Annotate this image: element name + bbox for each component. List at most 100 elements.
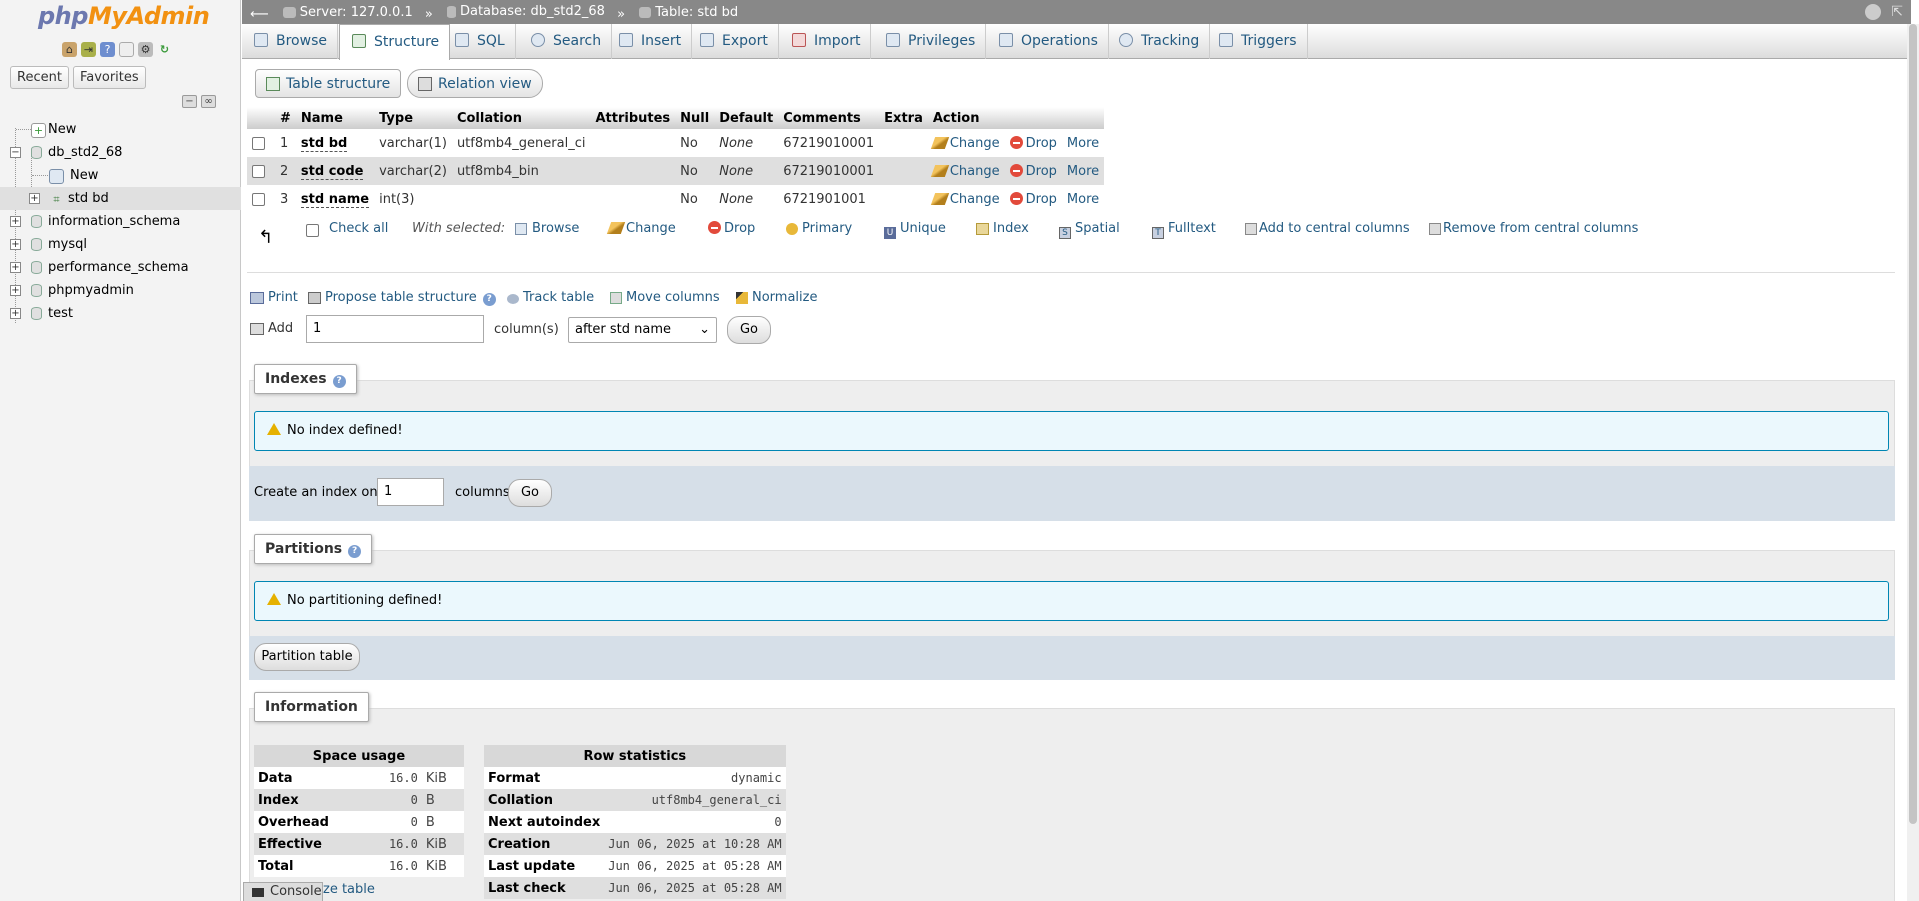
tab-export[interactable]: Export [688, 24, 779, 59]
maximize-icon[interactable]: ⇱ [1891, 0, 1903, 24]
track-table-link[interactable]: Track table [507, 290, 594, 305]
tab-insert[interactable]: Insert [607, 24, 693, 59]
check-all-label[interactable]: Check all [329, 221, 388, 236]
normalize-link[interactable]: Normalize [736, 290, 817, 305]
tab-triggers[interactable]: Triggers [1207, 24, 1308, 59]
expand-icon[interactable]: + [10, 239, 21, 250]
breadcrumb-database[interactable]: Database: db_std2_68 [446, 0, 605, 24]
column-name[interactable]: std bd [300, 135, 348, 152]
remove-central-columns-button[interactable]: Remove from central columns [1429, 221, 1638, 236]
drop-link[interactable]: Drop [1009, 163, 1057, 179]
favorites-tab[interactable]: Favorites [72, 66, 146, 89]
change-cell: Change [927, 157, 1005, 185]
row-checkbox[interactable] [252, 192, 265, 206]
optimize-table-link[interactable]: ze table [323, 882, 375, 897]
scrollbar[interactable] [1907, 24, 1919, 901]
row-checkbox-cell [247, 185, 275, 213]
reload-icon[interactable]: ↻ [157, 42, 172, 57]
tree-item-mysql[interactable]: + mysql [0, 233, 241, 256]
partition-table-button[interactable]: Partition table [254, 643, 360, 671]
add-central-columns-button[interactable]: Add to central columns [1245, 221, 1410, 236]
unique-icon: U [884, 227, 896, 239]
move-columns-link[interactable]: Move columns [610, 290, 720, 305]
change-link[interactable]: Change [930, 192, 1000, 207]
bulk-unique-button[interactable]: U Unique [884, 221, 946, 239]
help-icon[interactable]: ? [482, 293, 496, 306]
row-checkbox[interactable] [252, 136, 265, 150]
tab-sql[interactable]: SQL [443, 24, 516, 59]
null-cell: No [675, 129, 715, 157]
tree-item-db-std2-68[interactable]: − db_std2_68 [0, 141, 241, 164]
bulk-change-button[interactable]: Change [606, 221, 676, 236]
tab-structure[interactable]: Structure [339, 24, 451, 60]
expand-icon[interactable]: + [10, 285, 21, 296]
scrollbar-thumb[interactable] [1909, 24, 1917, 824]
collapse-all-icon[interactable]: − [182, 95, 197, 108]
column-position-select[interactable]: after std name ⌄ [568, 317, 717, 343]
docs-icon[interactable] [119, 42, 134, 57]
home-icon[interactable]: ⌂ [62, 42, 77, 57]
create-index-go-button[interactable]: Go [508, 479, 552, 507]
breadcrumb-table[interactable]: Table: std bd [639, 1, 738, 25]
bulk-spatial-button[interactable]: S Spatial [1059, 221, 1120, 239]
bulk-index-button[interactable]: Index [976, 221, 1029, 236]
tab-operations[interactable]: Operations [987, 24, 1109, 59]
spatial-icon: S [1059, 227, 1071, 239]
help-icon[interactable]: ? [332, 375, 346, 388]
bulk-primary-button[interactable]: Primary [786, 221, 852, 236]
bulk-fulltext-button[interactable]: T Fulltext [1152, 221, 1216, 239]
settings-icon[interactable]: ⚙ [138, 42, 153, 57]
back-arrow-icon[interactable]: ⟵ [250, 7, 269, 22]
relation-view-button[interactable]: Relation view [407, 69, 543, 98]
expand-icon[interactable]: + [10, 262, 21, 273]
tree-item-performance-schema[interactable]: + performance_schema [0, 256, 241, 279]
more-link[interactable]: More [1067, 192, 1099, 207]
drop-link[interactable]: Drop [1009, 135, 1057, 151]
expand-icon[interactable]: + [10, 308, 21, 319]
help-icon[interactable]: ? [100, 42, 115, 57]
check-all-checkbox[interactable] [306, 223, 319, 238]
logout-icon[interactable]: ⇥ [81, 42, 96, 57]
tab-privileges[interactable]: Privileges [874, 24, 987, 59]
link-with-main-icon[interactable]: ∞ [201, 95, 216, 108]
expand-icon[interactable]: + [10, 216, 21, 227]
table-structure-button[interactable]: Table structure [255, 69, 402, 98]
bulk-drop-button[interactable]: Drop [708, 221, 755, 236]
more-link[interactable]: More [1067, 136, 1099, 151]
index-columns-input[interactable]: 1 [377, 478, 444, 506]
page-settings-icon[interactable] [1865, 4, 1881, 20]
add-columns-count-input[interactable]: 1 [306, 315, 484, 343]
drop-link[interactable]: Drop [1009, 191, 1057, 207]
tab-search[interactable]: Search [519, 24, 613, 59]
tab-browse[interactable]: Browse [242, 24, 338, 59]
column-name[interactable]: std code [300, 163, 364, 180]
breadcrumb-server[interactable]: Server: 127.0.0.1 [282, 1, 413, 25]
tab-tracking[interactable]: Tracking [1107, 24, 1211, 59]
arrow-up-left-icon: ↰ [258, 227, 274, 248]
console-toggle[interactable]: Console [243, 882, 323, 901]
expand-icon[interactable]: + [29, 193, 40, 204]
change-link[interactable]: Change [930, 136, 1000, 151]
tree-item-phpmyadmin[interactable]: + phpmyadmin [0, 279, 241, 302]
change-link[interactable]: Change [930, 164, 1000, 179]
tab-import[interactable]: Import [780, 24, 872, 59]
propose-structure-link[interactable]: Propose table structure? [308, 290, 496, 306]
breadcrumb-separator: » [617, 7, 626, 22]
print-link[interactable]: Print [250, 290, 298, 305]
phpmyadmin-logo[interactable]: phpMyAdmin [38, 2, 210, 30]
tree-item-new[interactable]: + New [0, 118, 241, 141]
tree-item-information-schema[interactable]: + information_schema [0, 210, 241, 233]
column-header: Collation [451, 107, 591, 129]
row-checkbox[interactable] [252, 164, 265, 178]
tree-item-test[interactable]: + test [0, 302, 241, 325]
add-columns-go-button[interactable]: Go [727, 316, 771, 344]
tree-item-new-table[interactable]: New [0, 164, 241, 187]
collapse-icon[interactable]: − [10, 147, 21, 158]
recent-tab[interactable]: Recent [10, 66, 69, 89]
help-icon[interactable]: ? [348, 545, 362, 558]
bulk-browse-button[interactable]: Browse [515, 221, 579, 236]
column-name[interactable]: std name [300, 191, 370, 208]
tree-item-std-bd[interactable]: + ⌗ std bd [0, 187, 241, 210]
row-number: 2 [275, 157, 296, 185]
more-link[interactable]: More [1067, 164, 1099, 179]
